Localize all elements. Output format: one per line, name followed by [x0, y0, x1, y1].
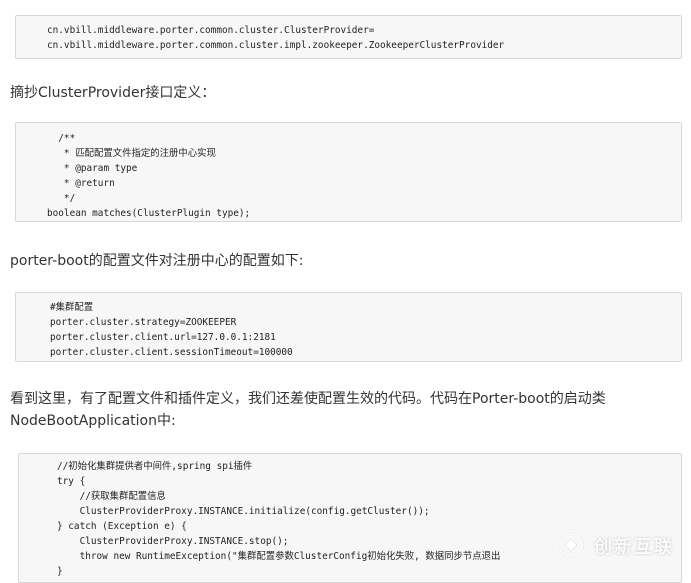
code-line: try {: [57, 476, 86, 487]
paragraph-startup-intro: 看到这里，有了配置文件和插件定义，我们还差使配置生效的代码。代码在Porter-…: [10, 391, 606, 407]
paragraph-startup-intro-line2: NodeBootApplication中:: [10, 413, 176, 429]
code-line: porter.cluster.strategy=ZOOKEEPER: [50, 317, 237, 328]
code-line: porter.cluster.client.url=127.0.0.1:2181: [50, 332, 276, 343]
code-block-cluster-config: #集群配置 porter.cluster.strategy=ZOOKEEPER …: [15, 292, 682, 362]
code-line: * 匹配配置文件指定的注册中心实现: [47, 148, 216, 159]
paragraph-config-intro: porter-boot的配置文件对注册中心的配置如下:: [10, 253, 304, 269]
code-line: ClusterProviderProxy.INSTANCE.initialize…: [57, 506, 430, 517]
code-line: * @return: [47, 178, 115, 189]
watermark-text: 创新互联: [594, 537, 674, 558]
brand-logo-icon: [556, 530, 586, 560]
code-block-startup-code: //初始化集群提供者中间件,spring spi插件 try { //获取集群配…: [18, 453, 682, 583]
code-line: /**: [47, 133, 76, 144]
paragraph-interface-intro: 摘抄ClusterProvider接口定义：: [10, 85, 216, 101]
code-line: }: [57, 566, 63, 577]
code-line: cn.vbill.middleware.porter.common.cluste…: [47, 40, 505, 51]
code-line: * @param type: [47, 163, 138, 174]
code-line: //获取集群配置信息: [57, 491, 166, 502]
code-line: //初始化集群提供者中间件,spring spi插件: [57, 461, 253, 472]
code-line: */: [47, 193, 76, 204]
watermark: 创新互联: [556, 528, 686, 562]
code-line: #集群配置: [50, 302, 94, 313]
code-line: porter.cluster.client.sessionTimeout=100…: [50, 347, 293, 358]
code-block-interface-definition: /** * 匹配配置文件指定的注册中心实现 * @param type * @r…: [15, 122, 682, 222]
code-line: boolean matches(ClusterPlugin type);: [47, 208, 251, 219]
code-block-cluster-provider-registration: cn.vbill.middleware.porter.common.cluste…: [15, 15, 682, 59]
code-line: cn.vbill.middleware.porter.common.cluste…: [47, 25, 375, 36]
